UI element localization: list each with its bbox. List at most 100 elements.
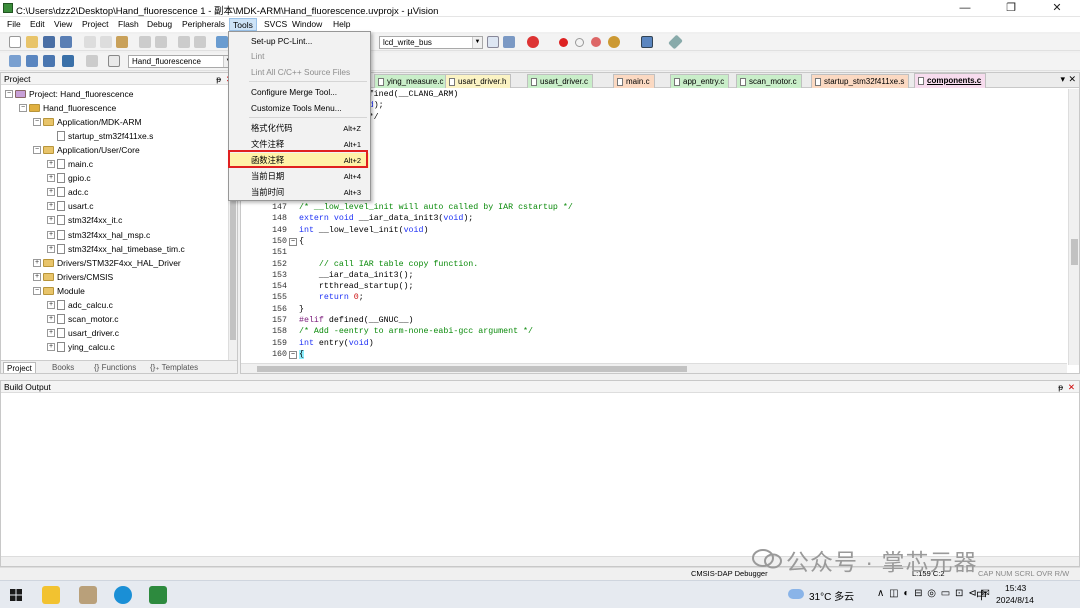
tools-menu-item[interactable]: 当前时间 Alt+3 [230,185,369,200]
find-function-combo[interactable]: lcd_write_bus ▼ [379,36,483,49]
tree-item[interactable]: − Application/MDK-ARM [33,115,142,129]
ime-indicator[interactable]: 中 [976,587,987,603]
expand-icon[interactable]: + [47,342,55,351]
menu-svcs[interactable]: SVCS [261,18,290,31]
chevron-down-icon[interactable]: ▼ [472,37,482,48]
tab-templates[interactable]: {}₊ Templates [147,362,201,373]
rebuild-icon[interactable] [43,55,55,67]
menu-file[interactable]: File [4,18,24,31]
expand-icon[interactable]: + [47,202,55,211]
download-icon[interactable] [62,55,74,67]
close-button[interactable]: ✕ [1034,0,1080,17]
file-tab[interactable]: usart_driver.c [527,74,594,88]
clock-time[interactable]: 15:43 [1005,583,1026,593]
open-folder-icon[interactable] [26,36,38,48]
file-explorer-icon[interactable] [42,586,60,604]
nav-back-icon[interactable] [178,36,190,48]
code-line[interactable]: 157 #elif defined(__GNUC__) [241,315,1067,326]
copy-icon[interactable] [100,36,112,48]
file-tab[interactable]: scan_motor.c [736,74,802,88]
maximize-button[interactable]: ❐ [988,0,1034,17]
target-select-combo[interactable]: Hand_fluorescence ▼ [128,55,234,68]
expand-icon[interactable]: + [47,300,55,309]
window-layout-icon[interactable] [641,36,653,48]
weather-text[interactable]: 31°C 多云 [809,588,854,603]
close-tab-icon[interactable]: ✕ [1068,74,1076,85]
tab-functions[interactable]: {} Functions [91,362,139,373]
pin-icon[interactable]: ᵽ [1058,381,1063,393]
nav-forward-icon[interactable] [194,36,206,48]
code-line[interactable]: 148 extern void __iar_data_init3(void); [241,213,1067,224]
menu-window[interactable]: Window [289,18,325,31]
expand-icon[interactable]: + [47,188,55,197]
translate-icon[interactable] [9,55,21,67]
kill-breakpoints-icon[interactable] [591,37,601,47]
code-line[interactable]: 154 rtthread_startup(); [241,281,1067,292]
save-icon[interactable] [43,36,55,48]
expand-icon[interactable]: + [33,258,41,267]
tree-item[interactable]: + gpio.c [47,171,91,185]
code-line[interactable]: 161 rtthread_startup(); [241,360,1067,361]
menu-project[interactable]: Project [79,18,111,31]
code-line[interactable]: 160−{ [241,348,1067,361]
paste-icon[interactable] [116,36,128,48]
file-tab[interactable]: usart_driver.h [445,74,512,88]
new-file-icon[interactable] [9,36,21,48]
tree-item[interactable]: + scan_motor.c [47,312,119,326]
tree-item[interactable]: startup_stm32f411xe.s [47,129,153,143]
editor-horizontal-scrollbar[interactable] [241,363,1067,373]
tree-item[interactable]: + adc.c [47,185,88,199]
file-tab[interactable]: startup_stm32f411xe.s [811,74,910,88]
code-line[interactable]: 150−{ [241,236,1067,247]
scroll-thumb[interactable] [1071,239,1078,265]
collapse-icon[interactable]: − [33,146,41,155]
collapse-icon[interactable]: − [19,104,27,113]
tools-menu-item[interactable]: Customize Tools Menu... [230,101,369,116]
tree-item[interactable]: + adc_calcu.c [47,298,113,312]
pin-icon[interactable]: ᵽ [216,73,221,85]
tree-item[interactable]: − Project: Hand_fluorescence [5,87,133,101]
build-icon[interactable] [26,55,38,67]
redo-icon[interactable] [155,36,167,48]
tree-item[interactable]: + Drivers/STM32F4xx_HAL_Driver [33,256,181,270]
code-line[interactable]: 153 __iar_data_init3(); [241,270,1067,281]
menu-flash[interactable]: Flash [115,18,142,31]
menu-debug[interactable]: Debug [144,18,175,31]
find-in-files-icon[interactable] [487,36,499,48]
system-tray-icons[interactable]: ∧ ◫ ◐ ⊟ ◎ ▭ ⊡ ⊲ ✉ [877,588,991,599]
minimize-button[interactable]: — [942,0,988,17]
tree-item[interactable]: + Drivers/CMSIS [33,270,113,284]
collapse-icon[interactable]: − [33,118,41,127]
menu-peripherals[interactable]: Peripherals [179,18,228,31]
cut-icon[interactable] [84,36,96,48]
code-line[interactable]: 151 [241,247,1067,258]
code-line[interactable]: 159 int entry(void) [241,338,1067,349]
fold-collapse-icon[interactable]: − [289,237,297,246]
edge-browser-icon[interactable] [114,586,132,604]
collapse-icon[interactable]: − [5,90,13,98]
tools-menu-item[interactable]: 当前日期 Alt+4 [230,169,369,184]
menu-tools[interactable]: Tools [229,18,257,31]
collapse-icon[interactable]: − [33,286,41,295]
close-icon[interactable]: ✕ [1068,381,1075,393]
save-all-icon[interactable] [60,36,72,48]
file-tab[interactable]: ying_measure.c [374,74,449,88]
code-line[interactable]: 156} [241,304,1067,315]
clock-date[interactable]: 2024/8/14 [996,595,1034,605]
tools-menu-item[interactable]: Configure Merge Tool... [230,85,369,100]
tree-item[interactable]: + ying_calcu.c [47,340,115,354]
bookmark-icon[interactable] [216,36,228,48]
debug-settings-icon[interactable] [503,36,515,48]
tree-item[interactable]: − Hand_fluorescence [19,101,116,115]
fold-collapse-icon[interactable]: − [289,350,297,359]
tools-menu-item[interactable]: Set-up PC-Lint... [230,34,369,49]
menu-edit[interactable]: Edit [27,18,48,31]
code-line[interactable]: 155 return 0; [241,292,1067,303]
load-target-icon[interactable] [108,55,120,67]
scroll-thumb[interactable] [257,366,687,372]
expand-icon[interactable]: + [47,314,55,323]
tab-books[interactable]: Books [49,362,77,373]
tree-item[interactable]: − Module [33,284,85,298]
breakpoint-icon[interactable] [559,38,568,47]
expand-icon[interactable]: + [47,244,55,253]
